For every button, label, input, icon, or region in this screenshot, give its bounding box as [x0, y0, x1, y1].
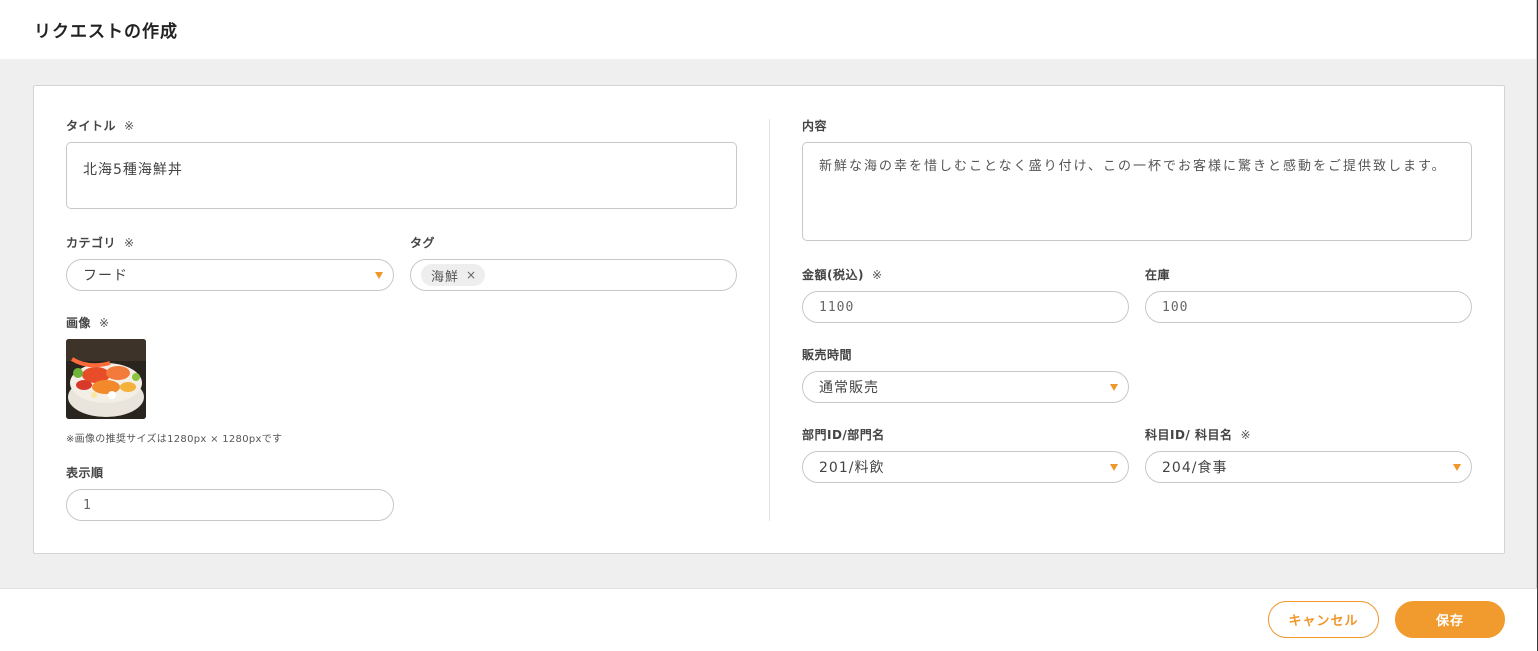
- dropdown-caret-icon: [1110, 464, 1118, 471]
- seafood-bowl-image[interactable]: [66, 339, 146, 419]
- content-label: 内容: [802, 119, 828, 133]
- tag-chip: 海鮮 ×: [421, 264, 486, 286]
- request-create-modal: リクエストの作成 タイトル ※ 北海5種海鮮丼 カテゴリ ※ フード タグ 海鮮 ×: [0, 0, 1537, 651]
- sales-time-value: 通常販売: [819, 380, 879, 396]
- save-button[interactable]: 保存: [1395, 601, 1505, 638]
- display-order-input[interactable]: 1: [66, 489, 394, 521]
- price-input[interactable]: 1100: [802, 291, 1129, 323]
- title-label: タイトル ※: [66, 119, 135, 133]
- display-order-label: 表示順: [66, 466, 104, 480]
- department-select[interactable]: 201/料飲: [802, 451, 1129, 483]
- subject-value: 204/食事: [1162, 460, 1228, 476]
- sales-time-label: 販売時間: [802, 348, 853, 362]
- sales-time-select[interactable]: 通常販売: [802, 371, 1129, 403]
- display-order-value: 1: [83, 497, 92, 513]
- required-mark: ※: [99, 316, 110, 330]
- image-label: 画像 ※: [66, 316, 110, 330]
- price-value: 1100: [819, 299, 855, 315]
- title-input[interactable]: 北海5種海鮮丼: [66, 142, 737, 209]
- dropdown-caret-icon: [375, 272, 383, 279]
- category-value: フード: [83, 268, 128, 284]
- seafood-bowl-picture: [66, 339, 146, 419]
- subject-label: 科目ID/ 科目名 ※: [1145, 428, 1252, 442]
- cancel-button[interactable]: キャンセル: [1268, 601, 1379, 638]
- tag-label: タグ: [410, 236, 436, 250]
- dropdown-caret-icon: [1453, 464, 1461, 471]
- stock-value: 100: [1162, 299, 1189, 315]
- category-select[interactable]: フード: [66, 259, 394, 291]
- modal-header: リクエストの作成: [0, 0, 1536, 59]
- required-mark: ※: [871, 268, 883, 282]
- column-divider: [769, 119, 770, 521]
- stock-input[interactable]: 100: [1145, 291, 1472, 323]
- required-mark: ※: [124, 236, 135, 250]
- department-value: 201/料飲: [819, 460, 885, 476]
- image-size-note: ※画像の推奨サイズは1280px × 1280pxです: [66, 434, 283, 445]
- required-mark: ※: [1240, 428, 1252, 442]
- stock-label: 在庫: [1145, 268, 1171, 282]
- required-mark: ※: [124, 119, 135, 133]
- department-label: 部門ID/部門名: [802, 428, 885, 442]
- title-value: 北海5種海鮮丼: [83, 162, 183, 178]
- content-value: 新鮮な海の幸を惜しむことなく盛り付け、この一杯でお客様に驚きと感動をご提供致しま…: [819, 159, 1447, 174]
- modal-title: リクエストの作成: [34, 22, 178, 42]
- modal-footer: キャンセル 保存: [0, 588, 1537, 651]
- dropdown-caret-icon: [1110, 384, 1118, 391]
- form-card: タイトル ※ 北海5種海鮮丼 カテゴリ ※ フード タグ 海鮮 × 画像 ※ ※…: [33, 85, 1505, 554]
- tag-input[interactable]: 海鮮 ×: [410, 259, 737, 291]
- remove-tag-icon[interactable]: ×: [466, 268, 477, 282]
- content-textarea[interactable]: 新鮮な海の幸を惜しむことなく盛り付け、この一杯でお客様に驚きと感動をご提供致しま…: [802, 142, 1472, 241]
- tag-chip-label: 海鮮: [431, 269, 460, 285]
- subject-select[interactable]: 204/食事: [1145, 451, 1472, 483]
- category-label: カテゴリ ※: [66, 236, 135, 250]
- price-label: 金額(税込) ※: [802, 268, 883, 282]
